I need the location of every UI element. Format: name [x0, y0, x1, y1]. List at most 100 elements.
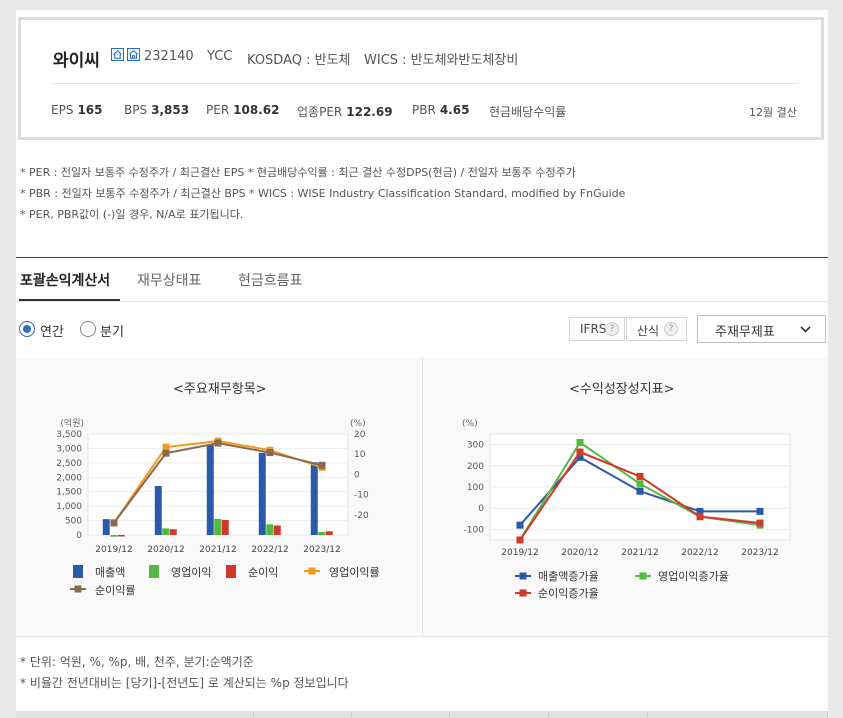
point-순이익률	[266, 449, 274, 457]
x-tick-label: 2021/12	[199, 545, 236, 555]
bar-영업이익	[110, 535, 118, 537]
legend-swatch	[74, 585, 82, 593]
x-tick-label: 2021/12	[621, 548, 658, 558]
unit-notes: * 단위: 억원, %, %p, 배, 천주, 분기:순액기준 * 비율간 전년…	[20, 652, 349, 694]
point-순이익증가율	[696, 513, 704, 521]
y-tick-label-left: 1,500	[56, 488, 82, 498]
y-axis-label: (%)	[462, 419, 478, 429]
bar-매출액	[102, 519, 110, 535]
x-tick-label: 2019/12	[95, 545, 132, 555]
ifrs-button[interactable]: IFRS ?	[569, 317, 625, 341]
bottom-divider	[16, 636, 828, 637]
quarterly-label[interactable]: 분기	[100, 321, 124, 340]
point-영업이익증가율	[636, 480, 644, 488]
metric-bps: BPS 3,853	[124, 103, 190, 117]
note-line: * PER : 전일자 보통주 수정주가 / 최근결산 EPS * 현금배당수익…	[20, 166, 576, 179]
bar-매출액	[310, 462, 318, 535]
tab-balance-sheet[interactable]: 재무상태표	[137, 270, 201, 290]
x-tick-label: 2023/12	[303, 545, 340, 555]
annual-label[interactable]: 연간	[40, 321, 64, 340]
point-순이익률	[318, 461, 326, 469]
y-tick-label-right: 0	[354, 470, 360, 480]
legend-label: 영업이익률	[329, 566, 380, 579]
chevron-down-icon	[800, 326, 811, 333]
y-tick-label: 200	[467, 462, 484, 472]
formula-button[interactable]: 산식 ?	[626, 317, 687, 341]
footer-table-edge	[16, 711, 829, 718]
ticker-code: 232140	[144, 49, 194, 64]
annual-radio[interactable]	[19, 321, 35, 337]
growth-chart: 300 200 100 0 -100 (%) 2019/12 2020/12 2021/12 20…	[462, 419, 791, 600]
legend-swatch	[308, 567, 316, 575]
y-axis-label-left: (억원)	[60, 417, 84, 429]
point-순이익률	[110, 519, 118, 527]
bar-영업이익	[318, 531, 326, 535]
bar-매출액	[258, 452, 266, 535]
legend-label: 매출액증가율	[538, 570, 599, 583]
legend-swatch	[639, 572, 647, 580]
legend-swatch	[519, 589, 527, 597]
bar-순이익	[221, 519, 229, 535]
statement-select[interactable]: 주재무제표	[697, 315, 826, 343]
point-순이익증가율	[636, 472, 644, 480]
y-axis-label-right: (%)	[350, 419, 366, 429]
y-tick-label-left: 1,000	[56, 502, 82, 512]
x-tick-label: 2020/12	[147, 545, 184, 555]
point-순이익증가율	[576, 448, 584, 456]
help-icon[interactable]: ?	[605, 322, 619, 336]
note-line: * 단위: 억원, %, %p, 배, 천주, 분기:순액기준	[20, 655, 254, 669]
legend-label: 매출액	[95, 566, 125, 579]
company-financial-page: 와이씨 232140 YCC KOSDAQ : 반도체 WICS : 반도체와반…	[0, 0, 843, 718]
point-매출액증가율	[636, 487, 644, 495]
ifrs-label: IFRS	[580, 322, 607, 336]
note-line: * 비율간 전년대비는 [당기]-[전년도] 로 계산되는 %p 정보입니다	[20, 676, 349, 690]
statement-select-value: 주재무제표	[715, 325, 775, 340]
legend-label: 영업이익	[171, 566, 211, 579]
market-sector: KOSDAQ : 반도체	[247, 53, 351, 68]
chart-title-financials: <주요재무항목>	[173, 382, 267, 397]
x-tick-label: 2022/12	[251, 545, 288, 555]
y-tick-label-left: 500	[65, 517, 82, 527]
tabs-bottom-border	[16, 301, 828, 302]
building-icon[interactable]	[127, 48, 140, 61]
point-순이익증가율	[516, 536, 524, 544]
y-tick-label: -100	[464, 525, 485, 535]
legend-swatch	[149, 565, 159, 578]
x-tick-label: 2022/12	[681, 548, 718, 558]
point-순이익증가율	[756, 519, 764, 527]
definition-notes: * PER : 전일자 보통주 수정주가 / 최근결산 EPS * 현금배당수익…	[20, 162, 625, 225]
bar-매출액	[154, 485, 162, 535]
metric-pbr: PBR 4.65	[412, 103, 470, 117]
tab-income-statement[interactable]: 포괄손익계산서	[20, 270, 110, 290]
note-line: * PER, PBR값이 (-)일 경우, N/A로 표기됩니다.	[20, 208, 244, 221]
bar-순이익	[117, 535, 125, 537]
y-tick-label: 300	[467, 441, 484, 451]
quarterly-radio[interactable]	[80, 321, 96, 337]
tab-cash-flow[interactable]: 현금흐름표	[238, 270, 302, 290]
financials-chart: 3,500 3,000 2,500 2,000 1,500 1,000 500 0 20 10 0 -…	[56, 417, 380, 597]
legend-swatch	[73, 565, 83, 578]
legend-label: 순이익증가율	[538, 587, 599, 600]
legend-swatch	[519, 572, 527, 580]
y-tick-label-left: 0	[76, 531, 82, 541]
y-tick-label-right: 10	[354, 450, 366, 460]
home-icon[interactable]	[111, 48, 124, 61]
point-순이익률	[214, 439, 222, 447]
chart-title-growth: <수익성장성지표>	[569, 382, 675, 397]
bar-순이익	[169, 529, 177, 535]
x-tick-label: 2023/12	[741, 548, 778, 558]
metric-industry-per: 업종PER 122.69	[297, 105, 393, 119]
bar-순이익	[273, 525, 281, 535]
company-name: 와이씨	[53, 51, 100, 71]
bar-영업이익	[214, 518, 222, 535]
point-순이익률	[162, 449, 170, 457]
metric-eps: EPS 165	[51, 103, 103, 117]
fiscal-year-note: 12월 결산	[749, 106, 797, 119]
help-icon[interactable]: ?	[664, 322, 678, 336]
y-tick-label: 100	[467, 483, 484, 493]
x-tick-label: 2020/12	[561, 548, 598, 558]
point-매출액증가율	[516, 521, 524, 529]
metric-dividend-yield: 현금배당수익률	[489, 105, 567, 119]
company-summary-box: 와이씨 232140 YCC KOSDAQ : 반도체 WICS : 반도체와반…	[18, 17, 824, 140]
point-영업이익증가율	[576, 438, 584, 446]
